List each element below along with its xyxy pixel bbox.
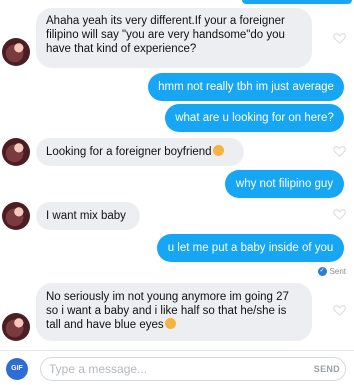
- incoming-message: I want mix baby: [36, 202, 140, 230]
- smiling-face-emoji: [164, 318, 176, 329]
- check-circle-icon: ✓: [317, 267, 327, 276]
- smiling-face-emoji: [212, 145, 224, 156]
- message-input[interactable]: [40, 357, 346, 381]
- heart-outline-icon[interactable]: [333, 32, 346, 44]
- outgoing-message: hmm not really tbh im just average: [148, 73, 344, 101]
- chat-thread: Ahaha yeah its very different.If your a …: [0, 0, 354, 350]
- incoming-message: No seriously im not young anymore im goi…: [36, 283, 312, 341]
- previous-message-edge: [242, 0, 352, 4]
- outgoing-message: u let me put a baby inside of you: [157, 234, 344, 262]
- avatar[interactable]: [2, 38, 30, 66]
- avatar[interactable]: [2, 313, 30, 341]
- send-button[interactable]: SEND: [314, 364, 340, 374]
- heart-outline-icon[interactable]: [333, 145, 346, 157]
- sent-status: ✓ Sent: [317, 267, 346, 276]
- message-text: Looking for a foreigner boyfriend: [46, 146, 212, 158]
- gif-button[interactable]: GIF: [6, 358, 28, 380]
- incoming-message: Looking for a foreigner boyfriend: [36, 138, 244, 166]
- incoming-message: Ahaha yeah its very different.If your a …: [36, 8, 312, 68]
- message-composer: GIF SEND: [0, 350, 354, 385]
- outgoing-message: what are u looking for on here?: [165, 104, 344, 132]
- avatar[interactable]: [2, 202, 30, 230]
- avatar[interactable]: [2, 138, 30, 166]
- heart-outline-icon[interactable]: [333, 304, 346, 316]
- heart-outline-icon[interactable]: [333, 208, 346, 220]
- outgoing-message: why not filipino guy: [225, 170, 344, 198]
- sent-label: Sent: [329, 267, 346, 276]
